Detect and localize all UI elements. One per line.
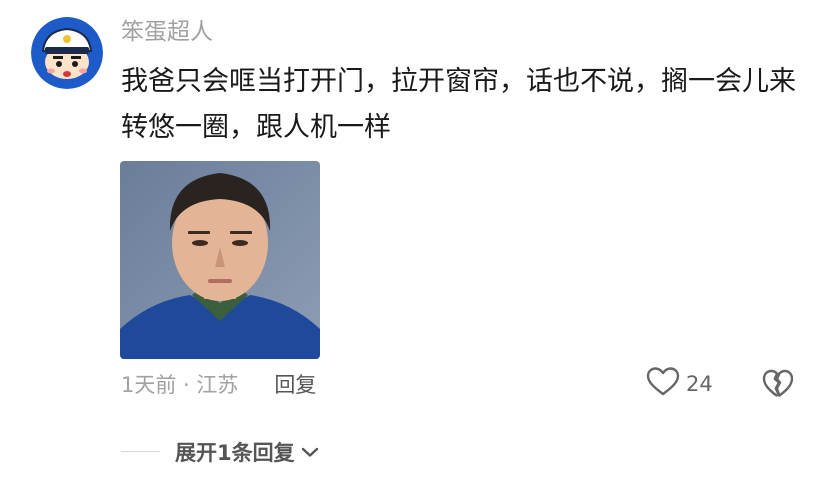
expand-replies-button[interactable]: 展开1条回复 [175, 436, 319, 468]
user-avatar[interactable] [31, 17, 103, 89]
reply-button[interactable]: 回复 [274, 369, 316, 399]
expand-replies-label: 展开1条回复 [175, 441, 295, 465]
replies-divider [121, 451, 160, 452]
comment-photo[interactable] [120, 161, 320, 359]
chevron-down-icon [301, 443, 319, 462]
comment-meta: 1天前 · 江苏 回复 [121, 368, 316, 400]
heart-outline-icon [646, 366, 680, 402]
dislike-button[interactable] [762, 368, 794, 400]
comment-time-location: 1天前 · 江苏 [121, 373, 239, 397]
comment-text: 我爸只会哐当打开门，拉开窗帘，话也不说，搁一会儿来转悠一圈，跟人机一样 [121, 66, 796, 143]
broken-heart-icon [762, 369, 794, 404]
like-button[interactable]: 24 [646, 367, 713, 401]
like-count: 24 [686, 372, 713, 396]
comment-username[interactable]: 笨蛋超人 [121, 16, 213, 48]
